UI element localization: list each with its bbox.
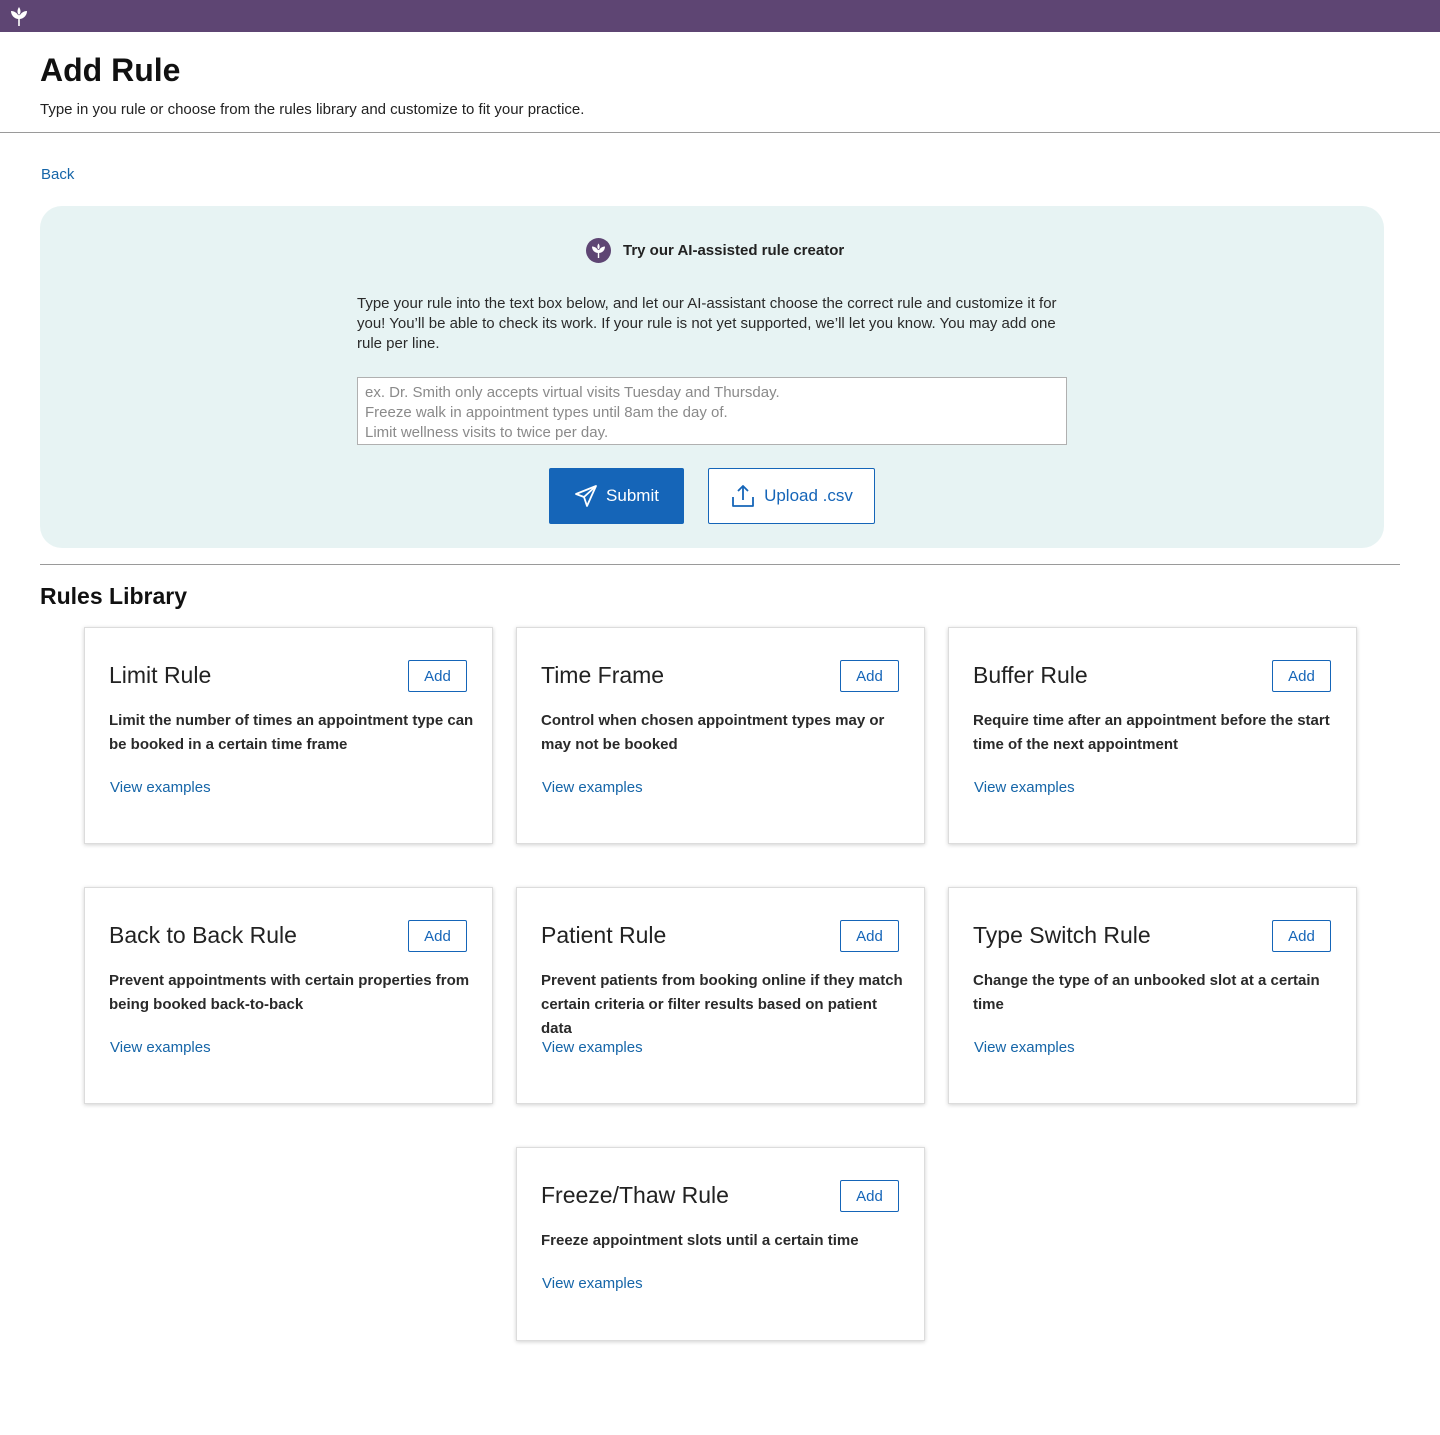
upload-icon: [732, 485, 754, 507]
rule-card-description: Prevent appointments with certain proper…: [109, 972, 470, 1013]
add-back-to-back-rule-button[interactable]: Add: [408, 920, 467, 952]
add-freeze-thaw-rule-button[interactable]: Add: [840, 1180, 899, 1212]
rule-card-title: Freeze/Thaw Rule: [541, 1182, 729, 1208]
view-examples-link[interactable]: View examples: [542, 779, 643, 796]
rule-card-title: Back to Back Rule: [109, 922, 297, 948]
top-bar: [0, 0, 1440, 32]
rule-card-description: Freeze appointment slots until a certain…: [541, 1232, 859, 1249]
library-divider: [40, 564, 1400, 565]
rule-card-back-to-back: Back to Back Rule Add Prevent appointmen…: [84, 887, 493, 1104]
send-icon: [575, 485, 597, 507]
view-examples-link[interactable]: View examples: [110, 779, 211, 796]
upload-csv-button[interactable]: Upload .csv: [708, 468, 875, 524]
ai-leaf-badge-icon: [586, 237, 611, 263]
rule-card-description: Limit the number of times an appointment…: [109, 712, 474, 753]
rule-card-limit: Limit Rule Add Limit the number of times…: [84, 627, 493, 844]
submit-label: Submit: [606, 486, 659, 505]
rule-text-input[interactable]: [357, 377, 1067, 445]
ai-rule-creator-panel: Try our AI-assisted rule creator Type yo…: [40, 206, 1384, 548]
rule-card-time-frame: Time Frame Add Control when chosen appoi…: [516, 627, 925, 844]
ai-creator-title: Try our AI-assisted rule creator: [623, 241, 845, 259]
view-examples-link[interactable]: View examples: [110, 1039, 211, 1056]
rule-card-buffer: Buffer Rule Add Require time after an ap…: [948, 627, 1357, 844]
rule-card-description: Change the type of an unbooked slot at a…: [973, 972, 1320, 1013]
rule-card-title: Patient Rule: [541, 922, 667, 948]
submit-button[interactable]: Submit: [549, 468, 684, 524]
view-examples-link[interactable]: View examples: [542, 1039, 643, 1056]
upload-label: Upload .csv: [764, 486, 853, 505]
rule-card-description: Control when chosen appointment types ma…: [541, 712, 885, 753]
add-limit-rule-button[interactable]: Add: [408, 660, 467, 692]
leaf-logo-icon[interactable]: [8, 5, 30, 27]
view-examples-link[interactable]: View examples: [974, 779, 1075, 796]
back-link[interactable]: Back: [41, 166, 74, 183]
rule-card-freeze-thaw: Freeze/Thaw Rule Add Freeze appointment …: [516, 1147, 925, 1341]
rule-card-title: Buffer Rule: [973, 662, 1088, 688]
add-type-switch-rule-button[interactable]: Add: [1272, 920, 1331, 952]
page-subtitle: Type in you rule or choose from the rule…: [40, 101, 585, 118]
rule-card-title: Type Switch Rule: [973, 922, 1151, 948]
rule-card-patient: Patient Rule Add Prevent patients from b…: [516, 887, 925, 1104]
add-time-frame-button[interactable]: Add: [840, 660, 899, 692]
view-examples-link[interactable]: View examples: [974, 1039, 1075, 1056]
rule-card-title: Limit Rule: [109, 662, 212, 688]
rules-library-title: Rules Library: [40, 583, 187, 609]
page-title: Add Rule: [40, 52, 181, 88]
header-divider: [0, 132, 1440, 133]
rule-card-description: Require time after an appointment before…: [973, 712, 1330, 753]
rule-card-type-switch: Type Switch Rule Add Change the type of …: [948, 887, 1357, 1104]
ai-heading: Try our AI-assisted rule creator: [586, 237, 844, 263]
rule-card-title: Time Frame: [541, 662, 665, 688]
ai-creator-description: Type your rule into the text box below, …: [357, 295, 1057, 352]
add-patient-rule-button[interactable]: Add: [840, 920, 899, 952]
rule-card-description: Prevent patients from booking online if …: [541, 972, 903, 1037]
add-buffer-rule-button[interactable]: Add: [1272, 660, 1331, 692]
view-examples-link[interactable]: View examples: [542, 1275, 643, 1292]
